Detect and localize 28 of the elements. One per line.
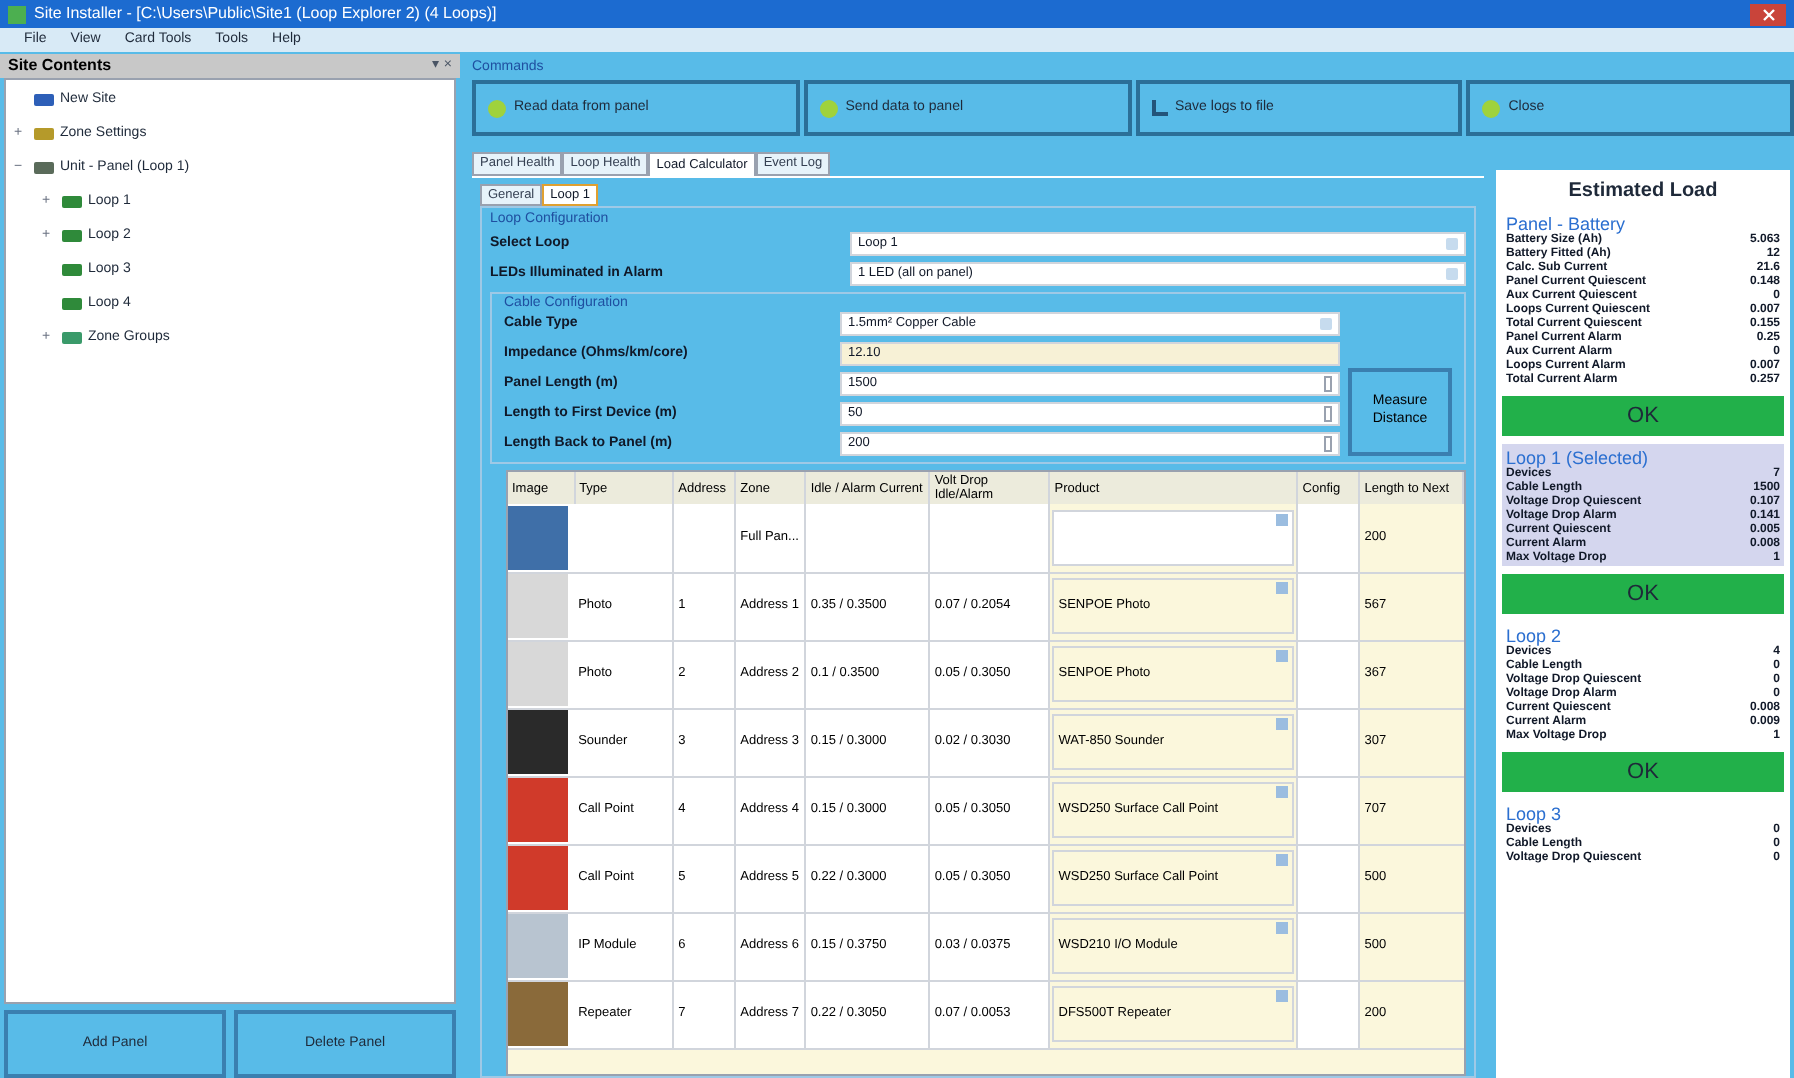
status-bar: OK (1502, 574, 1784, 614)
app-icon (8, 5, 26, 23)
status-bar: OK (1502, 396, 1784, 436)
device-photo-placeholder (508, 982, 568, 1046)
tree-node-icon (62, 264, 82, 276)
product-dropdown[interactable] (1052, 509, 1295, 566)
panel-title: Site Contents (8, 54, 112, 78)
device-photo-placeholder (508, 505, 568, 570)
tree-node-icon (62, 196, 82, 208)
status-bar: OK (1502, 752, 1784, 792)
tree-node-icon (62, 230, 82, 242)
device-photo-placeholder (508, 778, 568, 842)
section-title: Loop 1 (Selected) (1506, 448, 1651, 468)
section-title: Loop 2 (1506, 626, 1564, 646)
device-photo-placeholder (508, 710, 568, 774)
tree-node-icon (62, 332, 82, 344)
device-photo-placeholder (508, 914, 568, 978)
panel-title: Estimated Load (1566, 178, 1720, 206)
tree-node-icon (62, 298, 82, 310)
close-button[interactable] (1750, 3, 1786, 25)
tree-node-icon (34, 128, 54, 140)
section-title: Panel - Battery (1506, 214, 1628, 234)
close-icon (1761, 7, 1775, 21)
tree-node-icon (34, 162, 54, 174)
section-title: Loop 3 (1506, 804, 1564, 824)
tree-node-icon (34, 94, 54, 106)
window-title: Site Installer - [C:\Users\Public\Site1 (Loop Explorer 2) (4 Loops)] (34, 2, 497, 26)
device-photo-placeholder (508, 846, 568, 910)
